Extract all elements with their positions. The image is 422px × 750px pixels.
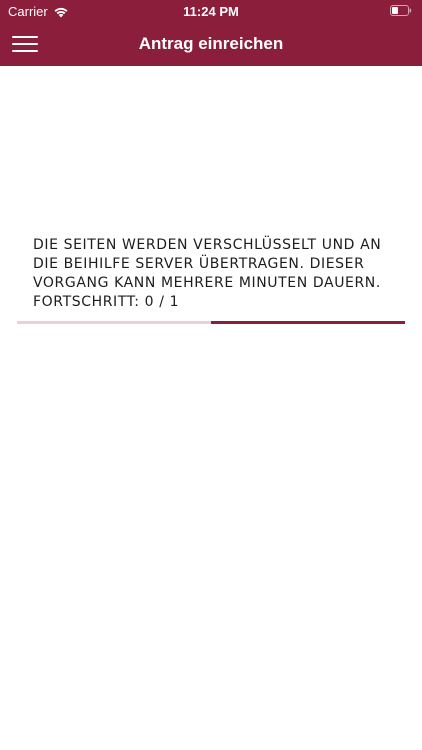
battery-icon [390, 5, 412, 16]
status-time: 11:24 PM [183, 4, 239, 19]
message-line-3: VORGANG KANN MEHRERE MINUTEN DAUERN. [33, 275, 381, 291]
upload-progress-bar [17, 321, 405, 324]
message-line-2: DIE BEIHILFE SERVER ÜBERTRAGEN. DIESER [33, 256, 365, 272]
progress-label: FORTSCHRITT: 0 / 1 [33, 294, 180, 310]
message-line-1: DIE SEITEN WERDEN VERSCHLÜSSELT UND AN [33, 237, 382, 253]
upload-progress-fill [211, 321, 405, 324]
upload-status-message: DIE SEITEN WERDEN VERSCHLÜSSELT UND AN D… [33, 236, 403, 312]
status-bar: Carrier 11:24 PM [0, 0, 422, 22]
page-title: Antrag einreichen [138, 34, 284, 53]
navigation-bar: Antrag einreichen [0, 22, 422, 66]
